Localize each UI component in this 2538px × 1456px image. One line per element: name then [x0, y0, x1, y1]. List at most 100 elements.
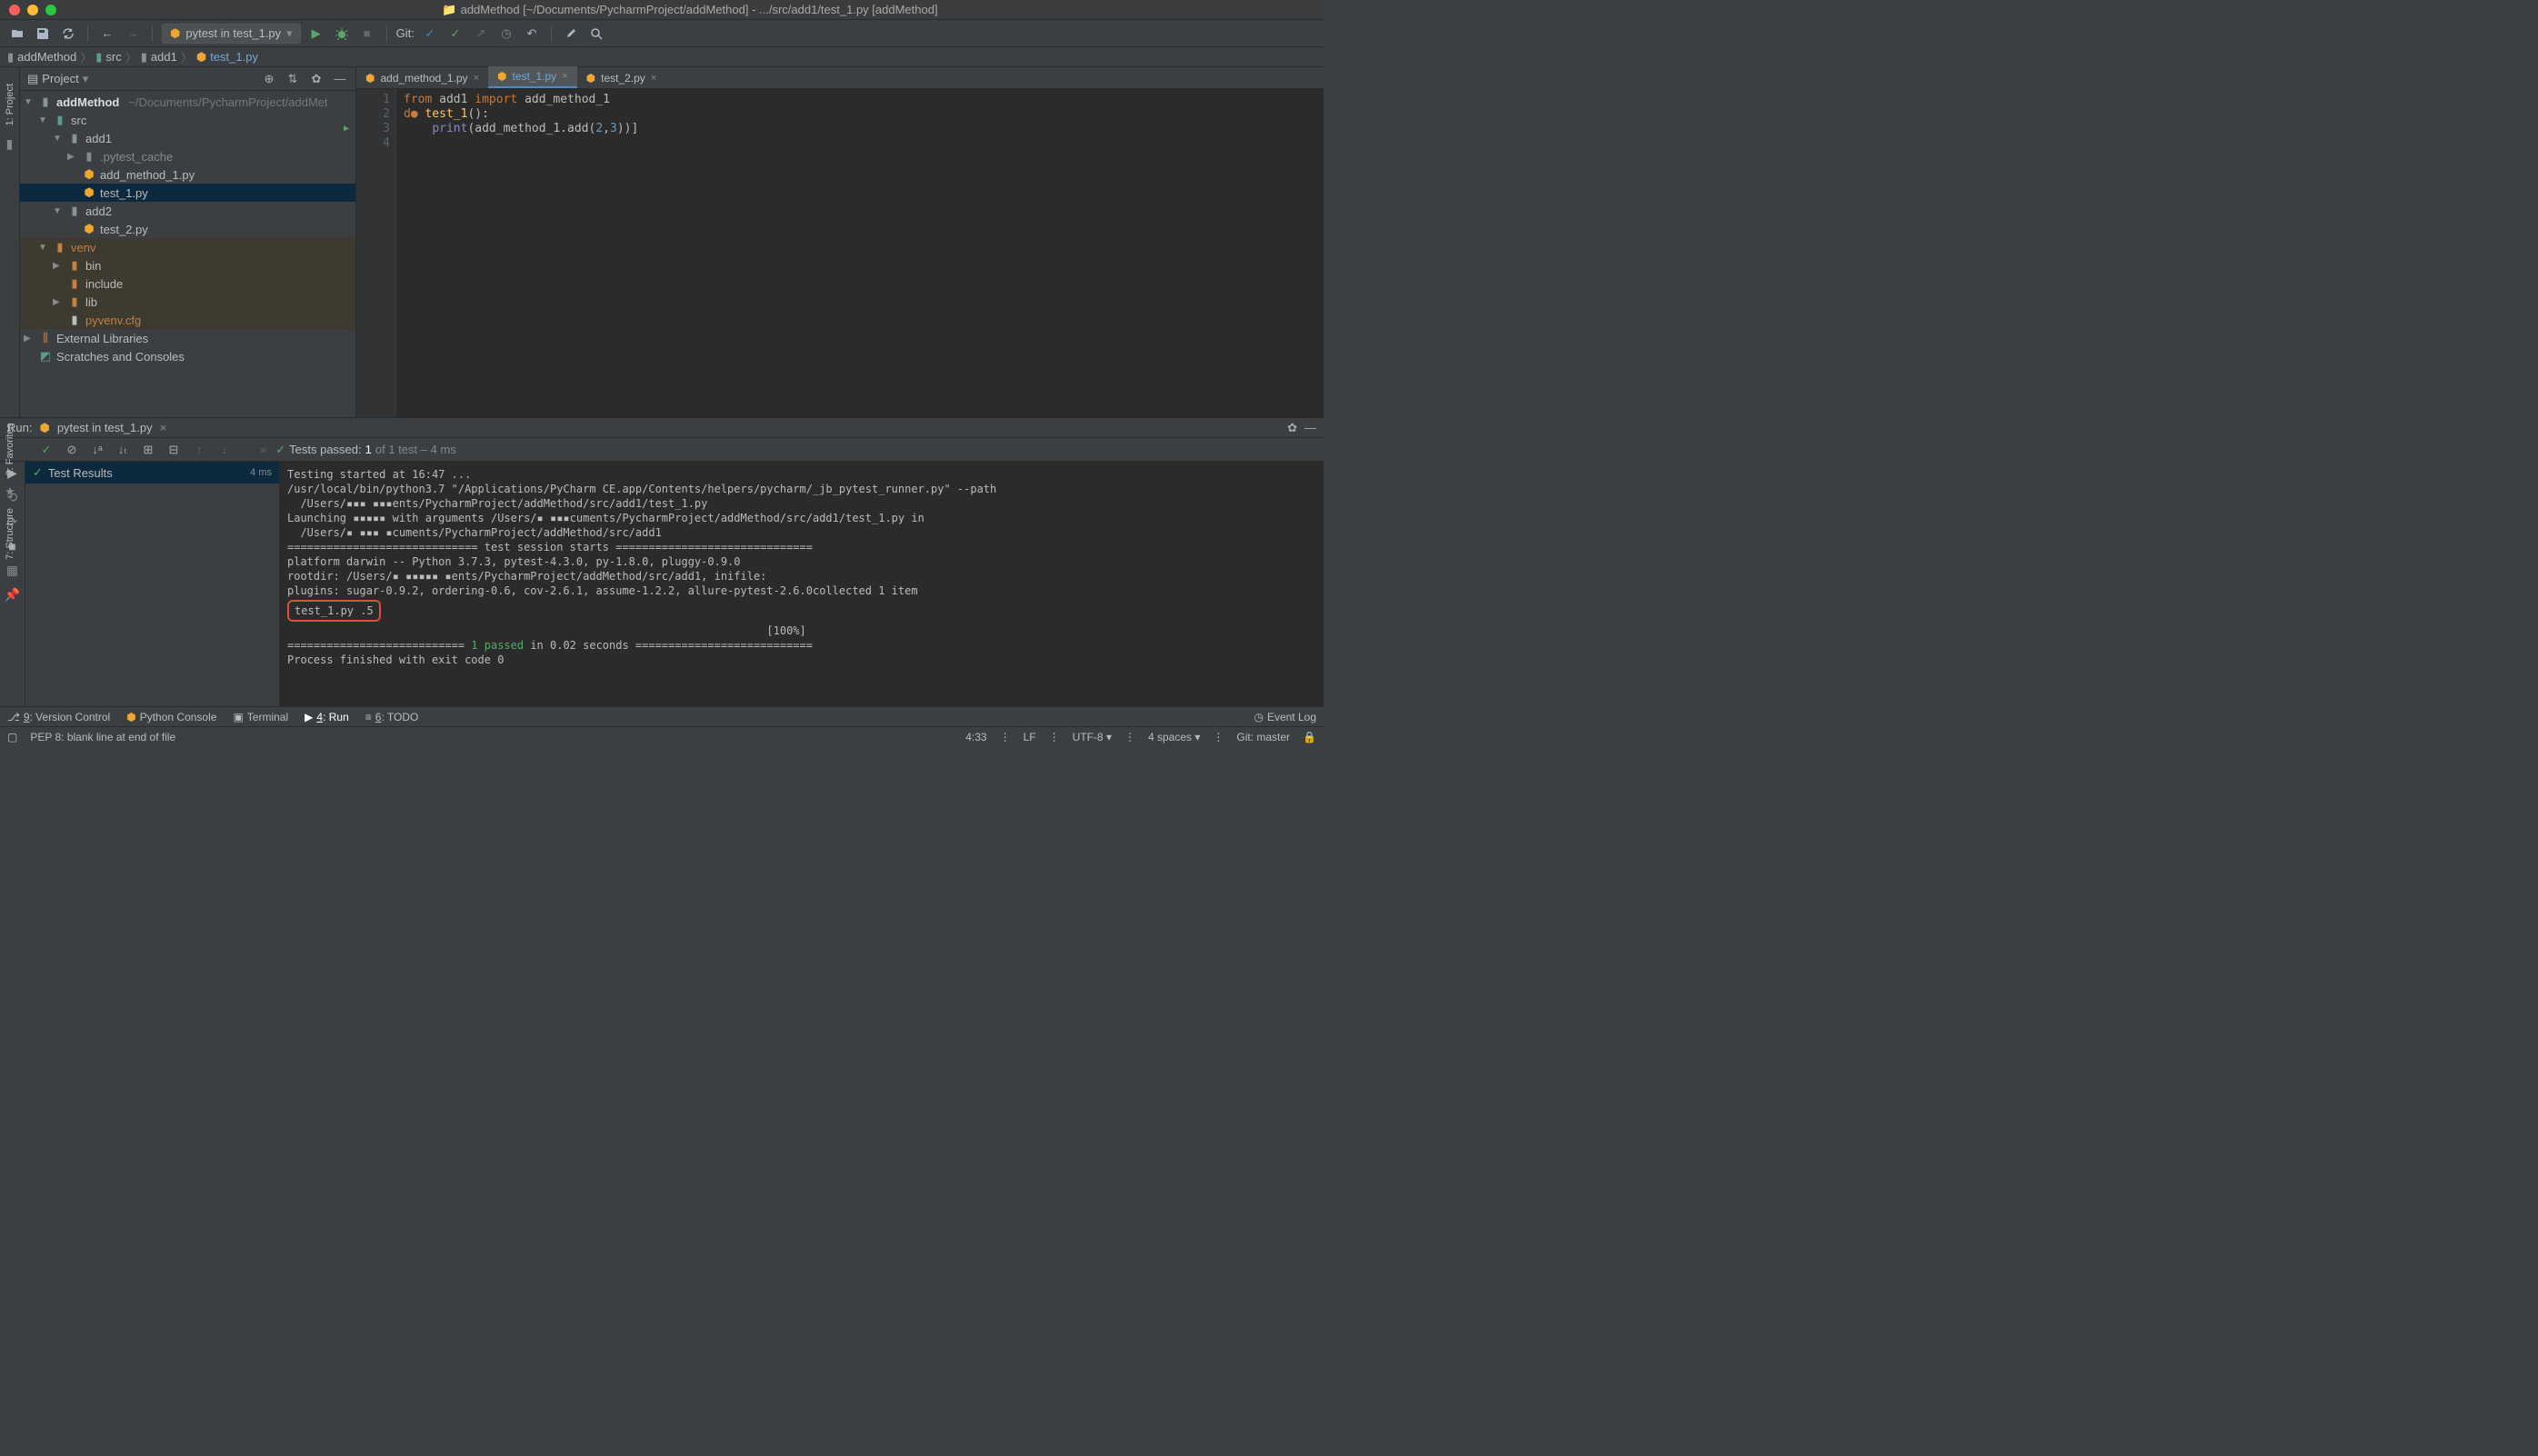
status-separator: ⋮ [1124, 731, 1135, 743]
project-tree[interactable]: ▼▮ addMethod~/Documents/PycharmProject/a… [20, 91, 355, 417]
git-branch[interactable]: Git: master [1236, 731, 1290, 743]
test-results-root[interactable]: ✓ Test Results 4 ms [25, 462, 279, 484]
hide-button[interactable]: — [332, 71, 348, 87]
code-area[interactable]: from add1 import add_method_1 d● test_1(… [396, 89, 1324, 417]
tree-external-libraries[interactable]: ▶⫼ External Libraries [20, 329, 355, 347]
open-button[interactable] [7, 24, 27, 44]
collapse-all-button[interactable]: ⊟ [165, 442, 182, 458]
hide-button[interactable]: — [1304, 421, 1316, 434]
chevron-down-icon[interactable]: ▾ [83, 72, 89, 86]
debug-button[interactable] [332, 24, 352, 44]
breadcrumb-separator: 〉 [80, 48, 92, 65]
structure-tab[interactable]: 7: Structure [5, 503, 15, 565]
status-icon[interactable]: ▢ [7, 731, 17, 743]
project-view-icon: ▤ [27, 72, 38, 86]
test-results-tree[interactable]: ✓ Test Results 4 ms [25, 462, 280, 706]
tree-file-add-method-1[interactable]: ⬢ add_method_1.py [20, 165, 355, 184]
run-button[interactable]: ▶ [306, 24, 326, 44]
expand-button[interactable]: ⇅ [285, 71, 301, 87]
breadcrumb-item[interactable]: ▮addMethod [7, 50, 76, 65]
editor-gutter[interactable]: 1 2 ▶3 4 [356, 89, 396, 417]
search-everywhere-button[interactable] [586, 24, 606, 44]
prev-failed-button[interactable]: ↑ [191, 442, 207, 458]
tree-folder-pytest-cache[interactable]: ▶▮ .pytest_cache [20, 147, 355, 165]
python-file-icon: ⬢ [82, 167, 96, 182]
close-window-button[interactable] [9, 5, 20, 15]
tree-folder-venv[interactable]: ▼▮ venv [20, 238, 355, 256]
event-log-tab[interactable]: ◷Event Log [1254, 711, 1316, 723]
folder-icon: 📁 [442, 3, 456, 17]
breadcrumb-item[interactable]: ▮src [95, 50, 122, 65]
minimize-window-button[interactable] [27, 5, 38, 15]
todo-tab[interactable]: ≡6: TODO [365, 711, 419, 723]
locate-button[interactable]: ⊕ [261, 71, 277, 87]
highlighted-test-result: test_1.py .5 [287, 600, 381, 622]
tree-file-pyvenv[interactable]: ▮ pyvenv.cfg [20, 311, 355, 329]
version-control-tab[interactable]: ⎇9: Version Control [7, 711, 110, 723]
status-separator: ⋮ [1049, 731, 1060, 743]
close-tab-icon[interactable]: × [562, 71, 567, 82]
editor-body[interactable]: 1 2 ▶3 4 from add1 import add_method_1 d… [356, 89, 1324, 417]
expand-all-button[interactable]: ⊞ [140, 442, 156, 458]
forward-button[interactable]: → [123, 24, 143, 44]
status-message[interactable]: PEP 8: blank line at end of file [30, 731, 175, 743]
gear-icon[interactable]: ✿ [308, 71, 325, 87]
save-all-button[interactable] [33, 24, 53, 44]
maximize-window-button[interactable] [45, 5, 56, 15]
back-button[interactable]: ← [97, 24, 117, 44]
sort-button[interactable]: ↓ᵃ [89, 442, 105, 458]
project-tool-window: ▤ Project ▾ ⊕ ⇅ ✿ — ▼▮ addMethod~/Docume… [20, 67, 356, 417]
folder-icon: ▮ [141, 50, 147, 65]
line-separator[interactable]: LF [1024, 731, 1036, 743]
encoding-selector[interactable]: UTF-8 ▾ [1073, 731, 1112, 743]
tree-scratches[interactable]: ◩ Scratches and Consoles [20, 347, 355, 365]
python-console-tab[interactable]: ⬢Python Console [126, 711, 216, 723]
tree-folder-add2[interactable]: ▼▮ add2 [20, 202, 355, 220]
traffic-lights [0, 5, 56, 15]
editor-tab-test-2[interactable]: ⬢ test_2.py × [577, 68, 666, 88]
close-run-tab-icon[interactable]: × [160, 421, 167, 434]
tree-folder-bin[interactable]: ▶▮ bin [20, 256, 355, 274]
show-passed-button[interactable]: ✓ [38, 442, 55, 458]
vcs-update-button[interactable]: ✓ [420, 24, 440, 44]
indent-selector[interactable]: 4 spaces ▾ [1148, 731, 1200, 743]
vcs-rollback-button[interactable]: ↶ [522, 24, 542, 44]
editor-tab-add-method-1[interactable]: ⬢ add_method_1.py × [356, 68, 488, 88]
run-gutter-icon[interactable]: ▶ [344, 122, 349, 136]
cursor-position[interactable]: 4:33 [965, 731, 986, 743]
terminal-tab[interactable]: ▣Terminal [233, 711, 288, 723]
left-sidebar-tabs: 1: Project ▮ [0, 67, 20, 417]
sync-button[interactable] [58, 24, 78, 44]
breadcrumb-item[interactable]: ▮add1 [141, 50, 177, 65]
lock-icon[interactable]: 🔒 [1303, 731, 1316, 743]
run-tab[interactable]: ▶4: Run [305, 711, 349, 723]
close-tab-icon[interactable]: × [474, 73, 479, 84]
git-label: Git: [396, 26, 415, 40]
breadcrumb-item[interactable]: ⬢test_1.py [196, 50, 258, 65]
vcs-commit-button[interactable]: ✓ [445, 24, 465, 44]
stop-button[interactable]: ■ [357, 24, 377, 44]
next-failed-button[interactable]: ↓ [216, 442, 233, 458]
tree-file-test-1[interactable]: ⬢ test_1.py [20, 184, 355, 202]
console-output[interactable]: Testing started at 16:47 ... /usr/local/… [280, 462, 1324, 706]
editor-tab-test-1[interactable]: ⬢ test_1.py × [488, 66, 577, 88]
tree-folder-lib[interactable]: ▶▮ lib [20, 293, 355, 311]
tree-file-test-2[interactable]: ⬢ test_2.py [20, 220, 355, 238]
pytest-icon: ⬢ [170, 26, 180, 41]
tree-root[interactable]: ▼▮ addMethod~/Documents/PycharmProject/a… [20, 93, 355, 111]
project-tab[interactable]: 1: Project [5, 76, 15, 133]
run-config-selector[interactable]: ⬢ pytest in test_1.py ▾ [162, 24, 301, 44]
favorites-tab[interactable]: 2: Favorites [5, 418, 15, 481]
tree-folder-include[interactable]: ▮ include [20, 274, 355, 293]
vcs-push-button[interactable]: ↗ [471, 24, 491, 44]
close-tab-icon[interactable]: × [651, 73, 656, 84]
show-ignored-button[interactable]: ⊘ [64, 442, 80, 458]
bottom-tool-tabs: ⎇9: Version Control ⬢Python Console ▣Ter… [0, 706, 1324, 726]
sort-duration-button[interactable]: ↓ₜ [115, 442, 131, 458]
settings-button[interactable] [561, 24, 581, 44]
tree-folder-src[interactable]: ▼▮ src [20, 111, 355, 129]
gear-icon[interactable]: ✿ [1287, 421, 1297, 435]
python-icon: ⬢ [126, 711, 135, 723]
vcs-history-button[interactable]: ◷ [496, 24, 516, 44]
tree-folder-add1[interactable]: ▼▮ add1 [20, 129, 355, 147]
